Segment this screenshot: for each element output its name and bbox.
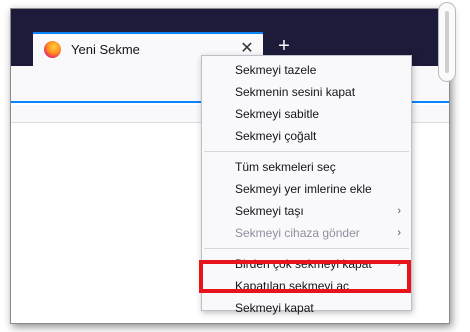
- firefox-icon: [44, 40, 61, 58]
- menu-item-reload-tab[interactable]: Sekmeyi tazele: [202, 59, 411, 81]
- menu-item-send-to-device: Sekmeyi cihaza gönder ›: [202, 222, 411, 244]
- menu-item-select-all-tabs[interactable]: Tüm sekmeleri seç: [202, 156, 411, 178]
- menu-item-close-tab[interactable]: Sekmeyi kapat: [202, 297, 411, 319]
- scrollbar[interactable]: [438, 2, 456, 82]
- menu-item-move-tab[interactable]: Sekmeyi taşı ›: [202, 200, 411, 222]
- menu-item-duplicate-tab[interactable]: Sekmeyi çoğalt: [202, 125, 411, 147]
- menu-item-label: Sekmeyi taşı: [235, 204, 304, 218]
- menu-separator: [204, 248, 409, 249]
- chevron-right-icon: ›: [397, 227, 401, 239]
- menu-item-mute-tab[interactable]: Sekmenin sesini kapat: [202, 81, 411, 103]
- scrollbar-thumb[interactable]: [445, 11, 449, 73]
- chevron-right-icon: ›: [397, 205, 401, 217]
- menu-item-label: Sekmeyi cihaza gönder: [235, 226, 360, 240]
- menu-item-pin-tab[interactable]: Sekmeyi sabitle: [202, 103, 411, 125]
- menu-item-bookmark-tab[interactable]: Sekmeyi yer imlerine ekle: [202, 178, 411, 200]
- tab-active-indicator: [33, 32, 263, 34]
- highlight-annotation: [199, 260, 411, 293]
- menu-separator: [204, 151, 409, 152]
